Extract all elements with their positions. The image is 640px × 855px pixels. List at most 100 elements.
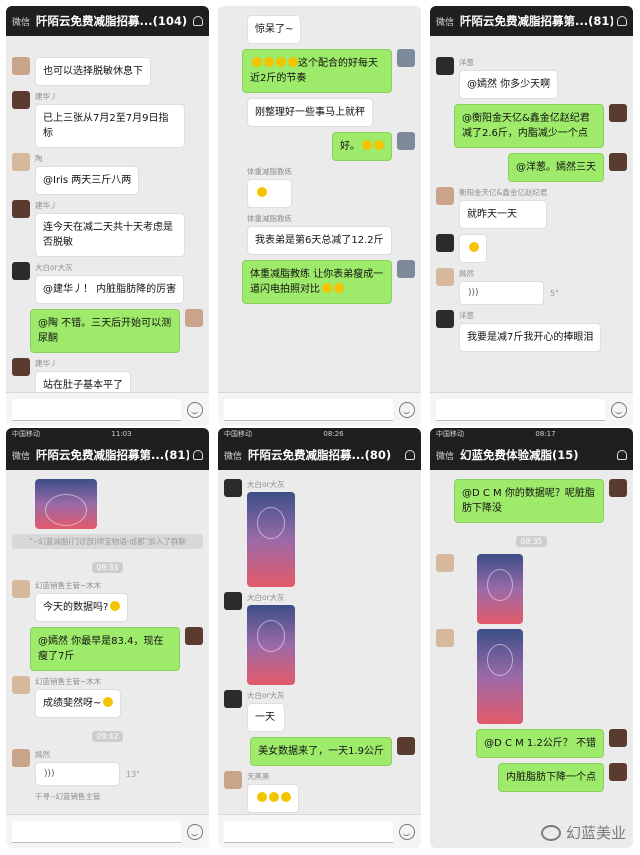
group-members-icon[interactable] xyxy=(405,450,415,460)
sender-name: 大白or大灰 xyxy=(35,263,73,272)
message-input[interactable] xyxy=(224,398,393,421)
image-message[interactable] xyxy=(247,605,295,685)
avatar[interactable] xyxy=(436,310,454,328)
avatar[interactable] xyxy=(609,479,627,497)
avatar[interactable] xyxy=(224,479,242,497)
emoji-icon[interactable] xyxy=(399,823,415,840)
avatar[interactable] xyxy=(12,200,30,218)
back-button[interactable]: 微信 xyxy=(436,449,454,462)
chat-screenshot-5: 中国移动 08:26 微信 阡陌云免费减脂招募...(80) 大白or大灰 大白o… xyxy=(218,428,421,848)
message-bubble xyxy=(247,784,299,813)
group-title: 阡陌云免费减脂招募...(80) xyxy=(248,448,392,462)
chat-header: 微信 阡陌云免费减脂招募...(80) xyxy=(218,440,421,470)
message-bubble: @嫣然 你最早是83.4，现在瘦了7斤 xyxy=(30,627,180,671)
message-input[interactable] xyxy=(12,398,181,421)
avatar[interactable] xyxy=(609,763,627,781)
emoji-icon[interactable] xyxy=(187,401,203,418)
message-bubble: 一天 xyxy=(247,703,285,732)
message: 建华丿 连今天在减二天共十天考虑是否脱敏 xyxy=(12,200,203,257)
message-bubble: 我表弟是第6天总减了12.2斤 xyxy=(247,226,392,255)
avatar[interactable] xyxy=(397,132,415,150)
message: 大白or大灰 一天 xyxy=(224,690,415,732)
group-members-icon[interactable] xyxy=(617,450,627,460)
avatar[interactable] xyxy=(12,91,30,109)
message-input[interactable] xyxy=(12,820,181,843)
back-button[interactable]: 微信 xyxy=(12,15,30,28)
emoji-icon xyxy=(257,187,267,197)
message: 体重减脂教练 xyxy=(224,166,415,208)
emoji-icon xyxy=(362,140,372,150)
emoji-icon xyxy=(334,283,344,293)
avatar[interactable] xyxy=(397,260,415,278)
sender-name: 嫣然 xyxy=(35,750,50,759)
avatar[interactable] xyxy=(609,104,627,122)
avatar[interactable] xyxy=(436,187,454,205)
avatar[interactable] xyxy=(12,153,30,171)
avatar[interactable] xyxy=(397,737,415,755)
message: @D C M 1.2公斤？ 不错 xyxy=(436,729,627,758)
group-members-icon[interactable] xyxy=(193,450,203,460)
image-message[interactable] xyxy=(477,629,523,724)
emoji-icon xyxy=(322,283,332,293)
avatar[interactable] xyxy=(12,580,30,598)
avatar[interactable] xyxy=(224,690,242,708)
chat-header: 微信 阡陌云免费减脂招募...(104) xyxy=(6,6,209,36)
avatar[interactable] xyxy=(436,629,454,647)
avatar[interactable] xyxy=(436,554,454,572)
group-members-icon[interactable] xyxy=(193,16,203,26)
back-button[interactable]: 微信 xyxy=(224,449,242,462)
avatar[interactable] xyxy=(436,57,454,75)
avatar[interactable] xyxy=(224,592,242,610)
emoji-icon xyxy=(110,601,121,611)
message-bubble: @嫣然 你多少天啊 xyxy=(459,70,559,99)
voice-duration: 5" xyxy=(550,289,559,298)
message-list: 也可以选择脱敏休息下 建华丿 已上三张从7月2至7月9日指标 陶 @Iris 两天三… xyxy=(6,48,209,400)
avatar[interactable] xyxy=(12,57,30,75)
timestamp: 09:42 xyxy=(12,724,203,743)
image-message[interactable] xyxy=(477,554,523,624)
message-bubble: @D C M 1.2公斤？ 不错 xyxy=(476,729,604,758)
avatar[interactable] xyxy=(397,49,415,67)
avatar[interactable] xyxy=(12,749,30,767)
avatar[interactable] xyxy=(224,771,242,789)
avatar[interactable] xyxy=(436,234,454,252)
message-text: 成绩斐然呀~ xyxy=(43,698,102,709)
chat-header: 微信 阡陌云免费减脂招募第...(81) xyxy=(6,440,209,470)
avatar[interactable] xyxy=(436,268,454,286)
voice-message[interactable]: ))) xyxy=(35,762,120,786)
image-message[interactable] xyxy=(35,479,97,529)
message: 好。 xyxy=(224,132,415,161)
emoji-icon xyxy=(264,57,274,67)
avatar[interactable] xyxy=(12,262,30,280)
emoji-icon xyxy=(252,57,262,67)
avatar[interactable] xyxy=(609,729,627,747)
message-list: 惊呆了~ 这个配合的好每天近2斤的节奏 刚整理好一些事马上就秤 好。 体重减脂教… xyxy=(218,6,421,392)
avatar[interactable] xyxy=(185,627,203,645)
message-input[interactable] xyxy=(436,398,605,421)
message-bubble: 已上三张从7月2至7月9日指标 xyxy=(35,104,185,148)
back-button[interactable]: 微信 xyxy=(436,15,454,28)
avatar[interactable] xyxy=(12,676,30,694)
wechat-logo-icon xyxy=(540,824,561,841)
message: @D C M 你的数据呢？呢脏脂肪下降没 xyxy=(436,479,627,523)
message-list: 洋葱 @嫣然 你多少天啊 @衡阳金天亿&鑫金亿赵纪君 减了2.6斤，内脂减少一个点… xyxy=(430,48,633,392)
input-bar xyxy=(6,814,209,848)
message: 这个配合的好每天近2斤的节奏 xyxy=(224,49,415,93)
avatar[interactable] xyxy=(609,153,627,171)
avatar[interactable] xyxy=(185,309,203,327)
group-members-icon[interactable] xyxy=(617,16,627,26)
message-bubble: 成绩斐然呀~ xyxy=(35,689,122,718)
voice-duration: 13" xyxy=(126,770,140,779)
emoji-icon[interactable] xyxy=(187,823,203,840)
chat-screenshot-2: 惊呆了~ 这个配合的好每天近2斤的节奏 刚整理好一些事马上就秤 好。 体重减脂教… xyxy=(218,6,421,426)
chat-screenshot-4: 中国移动 11:03 微信 阡陌云免费减脂招募第...(81) “--幻蓝减脂(门… xyxy=(6,428,209,848)
back-button[interactable]: 微信 xyxy=(12,449,30,462)
avatar[interactable] xyxy=(12,358,30,376)
emoji-icon[interactable] xyxy=(399,401,415,418)
emoji-icon[interactable] xyxy=(611,401,627,418)
message: 幻蓝销售主管~木木 今天的数据吗? xyxy=(12,580,203,622)
image-message[interactable] xyxy=(247,492,295,587)
message-input[interactable] xyxy=(224,820,393,843)
input-bar xyxy=(218,392,421,426)
voice-message[interactable]: ))) xyxy=(459,281,544,305)
